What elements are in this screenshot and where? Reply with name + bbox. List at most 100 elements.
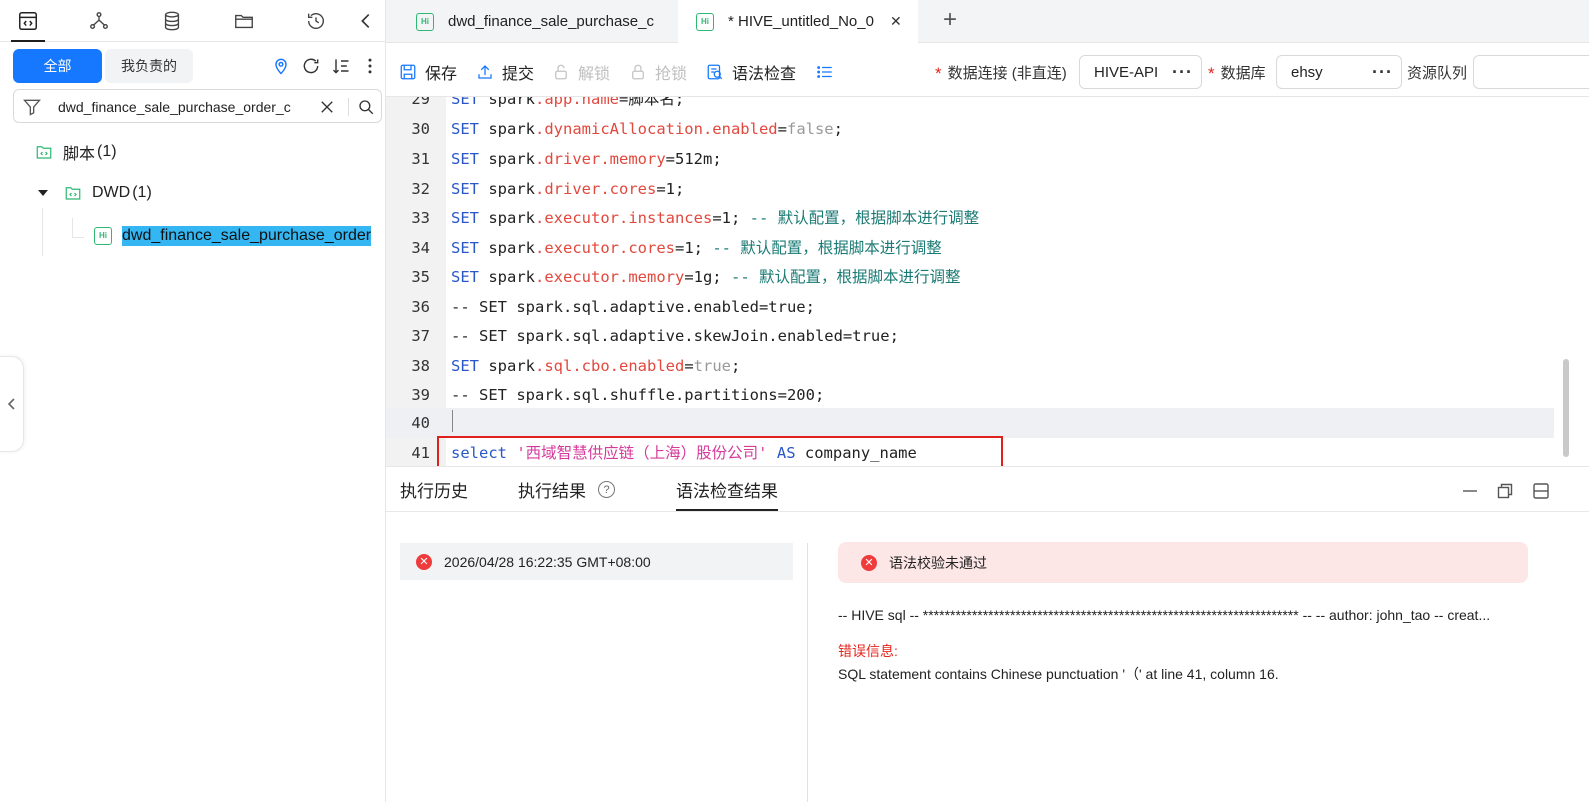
tab-hive-untitled[interactable]: Hi * HIVE_untitled_No_0 ✕ (678, 0, 918, 43)
workflow-icon[interactable] (86, 8, 112, 34)
tree-root-label: 脚本 (63, 146, 96, 163)
error-highlight-box (437, 436, 1003, 466)
editor-toolbar: 保存 提交 解锁 抢锁 语法检查 * 数据连接 (非直连) HIVE-API ·… (386, 43, 1589, 97)
code-line[interactable]: 32 SET spark.driver.cores=1; (386, 174, 1554, 204)
queue-label-text: 资源队列 (1407, 65, 1468, 82)
panel-collapse-handle[interactable] (0, 356, 24, 452)
tree-root-scripts[interactable]: 脚本 (1) (35, 140, 117, 164)
code-line[interactable]: 35 SET spark.executor.memory=1g; -- 默认配置，… (386, 262, 1554, 292)
code-text: SET spark.dynamicAllocation.enabled=fals… (451, 120, 843, 138)
code-line[interactable]: 33 SET spark.executor.instances=1; -- 默认配… (386, 203, 1554, 233)
chevron-left-icon (7, 398, 15, 410)
result-divider (807, 543, 808, 802)
syntax-status-banner: ✕ 语法校验未通过 (838, 542, 1528, 583)
more-vertical-icon[interactable] (359, 55, 381, 77)
search-input[interactable] (58, 96, 310, 118)
error-info-message: SQL statement contains Chinese punctuati… (838, 666, 1279, 682)
code-line[interactable]: 31 SET spark.driver.memory=512m; (386, 144, 1554, 174)
filter-icon[interactable] (22, 97, 42, 117)
more-horizontal-icon[interactable]: ··· (1372, 62, 1393, 83)
connection-value: HIVE-API (1094, 63, 1159, 81)
code-line[interactable]: 38 SET spark.sql.cbo.enabled=true; (386, 351, 1554, 381)
text-cursor (452, 410, 453, 432)
line-number: 33 (411, 209, 430, 227)
tab-label: * HIVE_untitled_No_0 (728, 13, 874, 30)
database-icon[interactable] (159, 8, 185, 34)
scope-mine-button[interactable]: 我负责的 (105, 49, 193, 83)
help-icon[interactable]: ? (598, 481, 615, 498)
code-line[interactable]: 30 SET spark.dynamicAllocation.enabled=fa… (386, 114, 1554, 144)
restore-icon[interactable] (1495, 481, 1515, 501)
save-button[interactable]: 保存 (399, 60, 457, 84)
search-icon[interactable] (357, 98, 375, 116)
tree-guide-line (72, 237, 84, 238)
unlock-icon (555, 64, 567, 80)
connection-label: * 数据连接 (非直连) (935, 62, 1067, 83)
line-number: 37 (411, 327, 430, 345)
code-text: SET spark.executor.cores=1; -- 默认配置，根据脚本… (451, 239, 942, 257)
connection-select[interactable]: HIVE-API ··· (1079, 55, 1202, 89)
tree-folder-dwd[interactable]: DWD (1) (64, 184, 152, 202)
tree-guide-line (42, 208, 43, 256)
collapse-left-icon[interactable] (353, 8, 379, 34)
syntax-check-label: 语法检查 (732, 66, 797, 83)
code-line[interactable]: 37 -- SET spark.sql.adaptive.skewJoin.ena… (386, 321, 1554, 351)
editor-scrollbar[interactable] (1563, 359, 1569, 457)
tab-bar: Hi dwd_finance_sale_purchase_c Hi * HIVE… (386, 0, 1589, 43)
line-number: 34 (411, 239, 430, 257)
submit-label: 提交 (502, 66, 535, 83)
locate-icon[interactable] (270, 55, 292, 77)
tab-execution-history[interactable]: 执行历史 (400, 477, 468, 502)
queue-label: 资源队列 (1407, 62, 1467, 83)
code-editor[interactable]: 29 SET spark.app.name=脚本名; 30 SET spark.dy… (386, 97, 1589, 467)
more-horizontal-icon[interactable]: ··· (1172, 62, 1193, 83)
syntax-check-icon (707, 64, 723, 80)
database-select[interactable]: ehsy ··· (1276, 55, 1402, 89)
scope-all-button[interactable]: 全部 (13, 49, 102, 83)
save-label: 保存 (425, 66, 458, 83)
code-line[interactable]: 34 SET spark.executor.cores=1; -- 默认配置，根据… (386, 233, 1554, 263)
script-list-icon[interactable] (11, 8, 45, 42)
code-text: SET spark.driver.cores=1; (451, 180, 685, 198)
code-line[interactable]: 39 -- SET spark.sql.shuffle.partitions=20… (386, 380, 1554, 410)
tab-dwd-finance[interactable]: Hi dwd_finance_sale_purchase_c (416, 0, 676, 43)
tree-file-item[interactable]: Hi dwd_finance_sale_purchase_order (94, 226, 386, 246)
clear-icon[interactable] (318, 98, 336, 116)
layout-split-icon[interactable] (1531, 481, 1551, 501)
sort-icon[interactable] (330, 55, 352, 77)
queue-select[interactable] (1473, 55, 1589, 89)
grab-lock-button[interactable]: 抢锁 (629, 60, 687, 84)
tab-close-icon[interactable]: ✕ (890, 13, 902, 30)
tab-label: dwd_finance_sale_purchase_c (448, 13, 654, 30)
error-icon: ✕ (861, 554, 877, 571)
minimize-icon[interactable] (1460, 481, 1480, 501)
unlock-label: 解锁 (578, 66, 611, 83)
connection-label-text: 数据连接 (非直连) (947, 65, 1067, 82)
history-item[interactable]: ✕ 2026/04/28 16:22:35 GMT+08:00 (400, 543, 793, 580)
tree-folder-count: (1) (132, 184, 152, 201)
code-text: SET spark.app.name=脚本名; (451, 97, 685, 108)
code-line[interactable]: 36 -- SET spark.sql.adaptive.enabled=true… (386, 292, 1554, 322)
syntax-status-text: 语法校验未通过 (889, 554, 987, 571)
tab-execution-result[interactable]: 执行结果 ? (518, 477, 615, 502)
unlock-button[interactable]: 解锁 (552, 60, 610, 84)
code-line-current[interactable]: 40 (386, 408, 1554, 438)
caret-down-icon[interactable] (38, 190, 48, 196)
history-icon[interactable] (303, 8, 329, 34)
submit-button[interactable]: 提交 (476, 60, 534, 84)
folder-icon[interactable] (231, 8, 257, 34)
refresh-icon[interactable] (300, 55, 322, 77)
tab-syntax-result[interactable]: 语法检查结果 (676, 477, 778, 511)
tree-root-count: (1) (97, 143, 117, 160)
outline-list-icon[interactable] (816, 63, 842, 81)
add-tab-icon[interactable]: + (938, 6, 962, 33)
error-icon: ✕ (416, 553, 432, 570)
save-icon (400, 64, 416, 80)
code-line[interactable]: 29 SET spark.app.name=脚本名; (386, 97, 1554, 114)
database-label: * 数据库 (1208, 62, 1266, 83)
tab-execution-result-label: 执行结果 (518, 482, 586, 501)
search-box (13, 89, 382, 123)
result-tabs: 执行历史 执行结果 ? 语法检查结果 (386, 467, 1589, 512)
script-folder-icon (36, 146, 52, 159)
syntax-check-button[interactable]: 语法检查 (706, 60, 796, 84)
